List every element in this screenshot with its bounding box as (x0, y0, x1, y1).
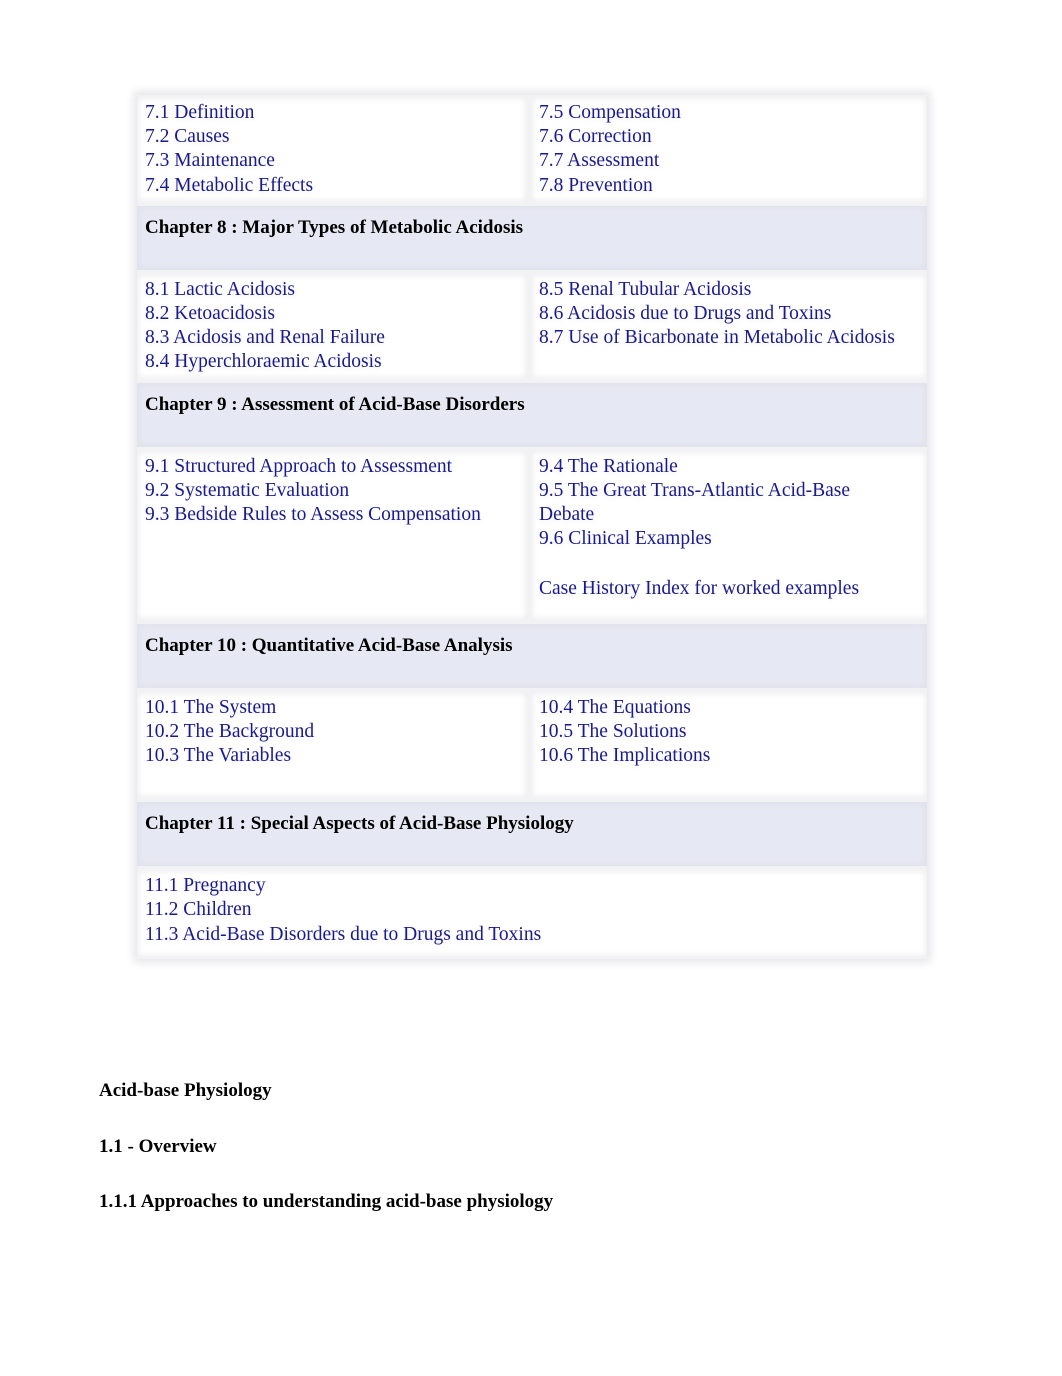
toc-link-9-5[interactable]: 9.5 The Great Trans-Atlantic Acid-Base D… (539, 479, 884, 527)
chapter-8-right-column: 8.5 Renal Tubular Acidosis 8.6 Acidosis … (531, 273, 927, 379)
chapter-11-column: 11.1 Pregnancy 11.2 Children 11.3 Acid-B… (137, 870, 927, 957)
table-of-contents: 7.1 Definition 7.2 Causes 7.3 Maintenanc… (137, 95, 927, 959)
chapter-8-sections: 8.1 Lactic Acidosis 8.2 Ketoacidosis 8.3… (137, 272, 927, 381)
chapter-8-left-column: 8.1 Lactic Acidosis 8.2 Ketoacidosis 8.3… (137, 273, 527, 379)
toc-link-7-8[interactable]: 7.8 Prevention (539, 174, 919, 198)
chapter-9-sections: 9.1 Structured Approach to Assessment 9.… (137, 449, 927, 622)
chapter-11-sections: 11.1 Pregnancy 11.2 Children 11.3 Acid-B… (137, 868, 927, 959)
toc-link-7-4[interactable]: 7.4 Metabolic Effects (145, 174, 519, 198)
toc-link-8-4[interactable]: 8.4 Hyperchloraemic Acidosis (145, 350, 519, 374)
toc-link-11-1[interactable]: 11.1 Pregnancy (145, 874, 919, 898)
toc-link-8-1[interactable]: 8.1 Lactic Acidosis (145, 278, 519, 302)
toc-link-10-2[interactable]: 10.2 The Background (145, 720, 519, 744)
chapter-7-left-column: 7.1 Definition 7.2 Causes 7.3 Maintenanc… (137, 97, 527, 202)
toc-link-9-2[interactable]: 9.2 Systematic Evaluation (145, 479, 519, 503)
toc-link-8-3[interactable]: 8.3 Acidosis and Renal Failure (145, 326, 519, 350)
toc-link-7-2[interactable]: 7.2 Causes (145, 125, 519, 149)
toc-link-7-1[interactable]: 7.1 Definition (145, 101, 519, 125)
toc-link-10-5[interactable]: 10.5 The Solutions (539, 720, 919, 744)
chapter-9-right-column: 9.4 The Rationale 9.5 The Great Trans-At… (531, 450, 927, 620)
toc-link-10-3[interactable]: 10.3 The Variables (145, 744, 519, 768)
section-heading: 1.1 - Overview (99, 1136, 217, 1157)
subsection-heading: 1.1.1 Approaches to understanding acid-b… (99, 1191, 554, 1212)
toc-link-9-3[interactable]: 9.3 Bedside Rules to Assess Compensation (145, 503, 519, 527)
chapter-9-heading: Chapter 9 : Assessment of Acid-Base Diso… (137, 382, 927, 447)
toc-link-9-1[interactable]: 9.1 Structured Approach to Assessment (145, 455, 519, 479)
toc-link-8-6[interactable]: 8.6 Acidosis due to Drugs and Toxins (539, 302, 919, 326)
chapter-7-right-column: 7.5 Compensation 7.6 Correction 7.7 Asse… (531, 97, 927, 202)
toc-link-7-5[interactable]: 7.5 Compensation (539, 101, 919, 125)
toc-link-10-6[interactable]: 10.6 The Implications (539, 744, 919, 768)
chapter-8-heading: Chapter 8 : Major Types of Metabolic Aci… (137, 205, 927, 270)
toc-link-7-7[interactable]: 7.7 Assessment (539, 149, 919, 173)
case-history-index-link[interactable]: Case History Index for worked examples (539, 577, 919, 601)
toc-link-9-4[interactable]: 9.4 The Rationale (539, 455, 919, 479)
document-title: Acid-base Physiology (99, 1080, 272, 1101)
chapter-9-left-column: 9.1 Structured Approach to Assessment 9.… (137, 450, 527, 620)
toc-link-11-3[interactable]: 11.3 Acid-Base Disorders due to Drugs an… (145, 923, 919, 947)
toc-link-9-6[interactable]: 9.6 Clinical Examples (539, 527, 919, 551)
chapter-11-heading: Chapter 11 : Special Aspects of Acid-Bas… (137, 802, 927, 867)
chapter-10-left-column: 10.1 The System 10.2 The Background 10.3… (137, 691, 527, 799)
toc-link-7-3[interactable]: 7.3 Maintenance (145, 149, 519, 173)
toc-link-10-4[interactable]: 10.4 The Equations (539, 696, 919, 720)
chapter-7-sections: 7.1 Definition 7.2 Causes 7.3 Maintenanc… (137, 95, 927, 204)
chapter-10-sections: 10.1 The System 10.2 The Background 10.3… (137, 690, 927, 801)
toc-link-8-5[interactable]: 8.5 Renal Tubular Acidosis (539, 278, 919, 302)
toc-link-8-7[interactable]: 8.7 Use of Bicarbonate in Metabolic Acid… (539, 326, 919, 350)
toc-link-10-1[interactable]: 10.1 The System (145, 696, 519, 720)
toc-link-8-2[interactable]: 8.2 Ketoacidosis (145, 302, 519, 326)
toc-link-11-2[interactable]: 11.2 Children (145, 898, 919, 922)
chapter-10-right-column: 10.4 The Equations 10.5 The Solutions 10… (531, 691, 927, 799)
chapter-10-heading: Chapter 10 : Quantitative Acid-Base Anal… (137, 623, 927, 688)
toc-link-7-6[interactable]: 7.6 Correction (539, 125, 919, 149)
